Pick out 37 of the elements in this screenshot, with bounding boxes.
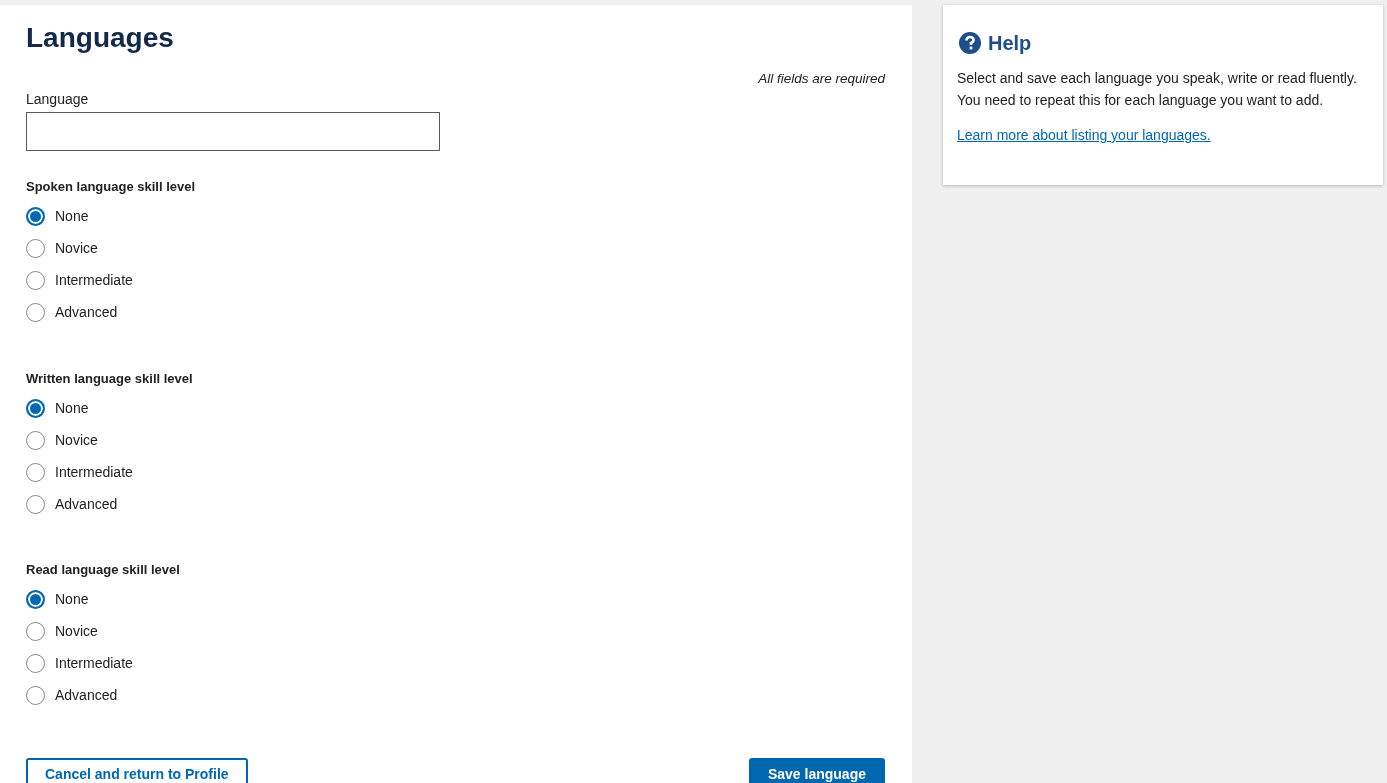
radio-label[interactable]: None xyxy=(55,206,89,228)
radio-label[interactable]: Intermediate xyxy=(55,461,133,483)
radio-button[interactable] xyxy=(26,686,45,706)
radio-label[interactable]: Novice xyxy=(55,429,98,451)
radio-label[interactable]: None xyxy=(55,397,89,419)
radio-label[interactable]: Novice xyxy=(55,621,98,643)
save-button[interactable]: Save language xyxy=(748,757,885,783)
field-label: Language xyxy=(26,90,90,110)
radio-button[interactable] xyxy=(26,654,45,674)
radio-button[interactable] xyxy=(26,239,45,259)
radio-label[interactable]: None xyxy=(55,589,89,611)
cancel-button[interactable]: Cancel and return to Profile xyxy=(26,757,248,783)
radio-button[interactable] xyxy=(26,271,45,291)
radio-button[interactable] xyxy=(26,622,45,642)
radio-label[interactable]: Intermediate xyxy=(55,270,133,292)
help-icon xyxy=(959,32,981,54)
learn-more-link[interactable]: Learn more about listing your languages. xyxy=(957,127,1211,143)
page-title: Languages xyxy=(26,23,175,53)
language-input-field[interactable] xyxy=(26,112,440,152)
radio-label[interactable]: Intermediate xyxy=(55,653,133,675)
group-legend: Read language skill level xyxy=(26,560,885,580)
radio-button[interactable] xyxy=(26,494,45,514)
radio-button[interactable] xyxy=(26,398,45,418)
radio-button[interactable] xyxy=(26,590,45,610)
radio-button[interactable] xyxy=(26,303,45,323)
radio-label[interactable]: Advanced xyxy=(55,493,118,515)
help-title: Help xyxy=(988,31,1032,55)
radio-button[interactable] xyxy=(26,462,45,482)
radio-button[interactable] xyxy=(26,207,45,227)
group-legend: Written language skill level xyxy=(26,368,885,389)
radio-button[interactable] xyxy=(26,430,45,450)
help-text: Select and save each language you speak, write or read fluently. You need to repeat this for each language you want to add. xyxy=(957,69,1358,110)
radio-label[interactable]: Novice xyxy=(55,238,98,260)
radio-label[interactable]: Advanced xyxy=(55,685,118,707)
required-note: All fields are required xyxy=(758,70,885,88)
group-legend: Spoken language skill level xyxy=(26,177,885,197)
radio-label[interactable]: Advanced xyxy=(55,302,118,324)
